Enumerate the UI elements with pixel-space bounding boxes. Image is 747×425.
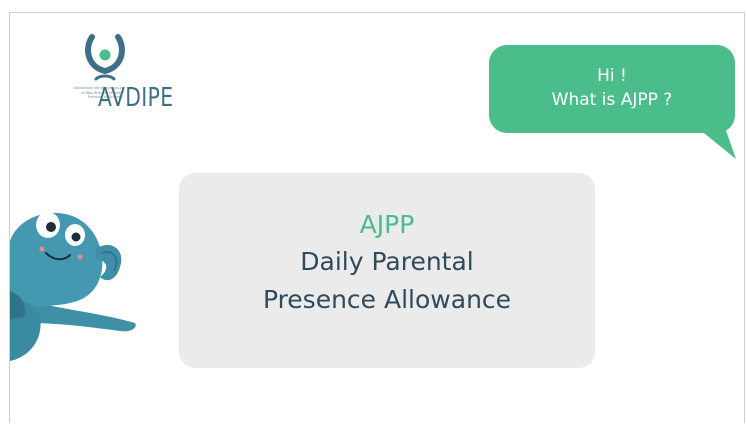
slide: Association Vendéenne pour le Bien-être … bbox=[9, 12, 745, 423]
card-title-line-1: Daily Parental bbox=[300, 247, 474, 276]
card-acronym: AJPP bbox=[359, 210, 415, 239]
speech-bubble: Hi ! What is AJPP ? bbox=[489, 45, 735, 133]
bubble-question: What is AJPP ? bbox=[551, 90, 673, 110]
logo-wordmark: AVDIPE bbox=[98, 83, 174, 113]
blue-character-icon bbox=[10, 212, 136, 361]
avdipe-logo: Association Vendéenne pour le Bien-être … bbox=[22, 23, 182, 123]
speech-bubble-tail bbox=[694, 125, 736, 159]
bubble-greeting: Hi ! bbox=[597, 66, 627, 86]
card-title-line-2: Presence Allowance bbox=[262, 285, 512, 314]
definition-card: AJPP Daily Parental Presence Allowance bbox=[179, 173, 595, 368]
avdipe-person-icon bbox=[85, 34, 125, 81]
